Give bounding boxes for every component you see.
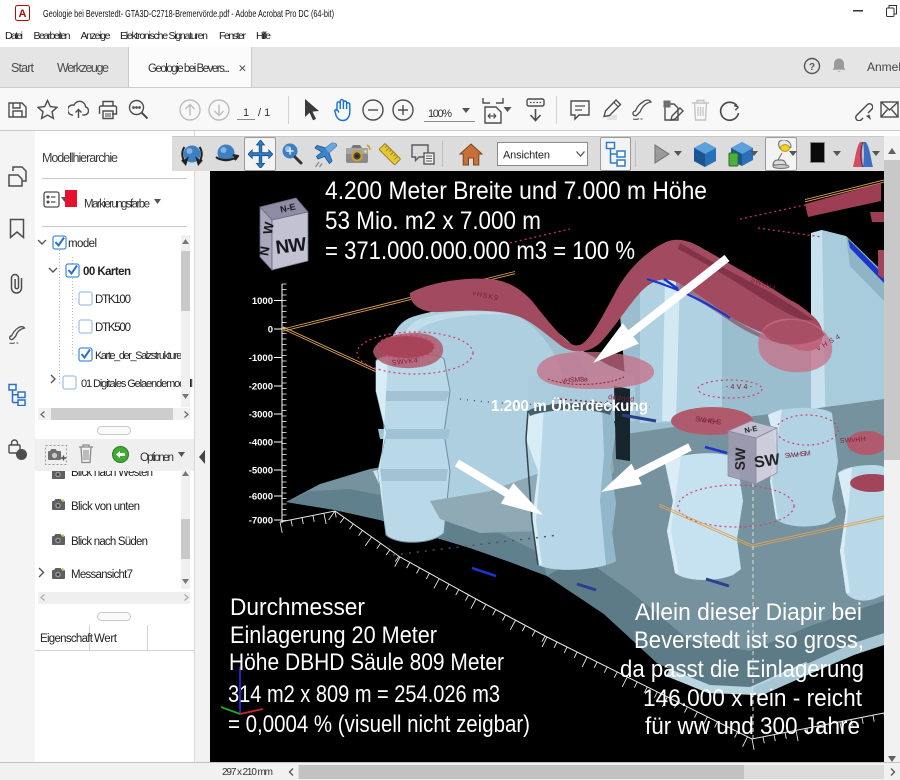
- svg-text:00 Karten: 00 Karten: [83, 266, 131, 278]
- svg-text:0: 0: [268, 325, 273, 336]
- svg-text:Beverstedt ist so gross,: Beverstedt ist so gross,: [634, 627, 864, 654]
- svg-text:Blick von unten: Blick von unten: [71, 501, 140, 513]
- svg-text:-4000: -4000: [249, 438, 273, 449]
- svg-text:Höhe DBHD Säule 809 Meter: Höhe DBHD Säule 809 Meter: [229, 649, 504, 676]
- svg-text:1.200 m Überdeckung: 1.200 m Überdeckung: [491, 396, 648, 415]
- svg-text:da passt die Einlagerung: da passt die Einlagerung: [620, 656, 864, 683]
- svg-text:4.200 Meter Breite und 7.000 m: 4.200 Meter Breite und 7.000 m Höhe: [325, 177, 707, 205]
- svg-text:DTK500: DTK500: [95, 322, 131, 334]
- svg-text:NW: NW: [274, 234, 307, 259]
- svg-text:= 371.000.000.000 m3 = 100 %: = 371.000.000.000 m3 = 100 %: [325, 237, 635, 265]
- svg-text:Einlagerung 20 Meter: Einlagerung 20 Meter: [230, 622, 437, 649]
- svg-text:314 m2 x 809 m = 254.026 m3: 314 m2 x 809 m = 254.026 m3: [228, 681, 500, 708]
- svg-text:für ww und 300 Jahre: für ww und 300 Jahre: [645, 713, 860, 740]
- svg-text:-6000: -6000: [249, 492, 273, 503]
- svg-text:Allein dieser Diapir bei: Allein dieser Diapir bei: [635, 599, 862, 626]
- svg-text:-5000: -5000: [249, 466, 273, 477]
- svg-text:SW: SW: [732, 447, 749, 471]
- svg-text:DTK100: DTK100: [95, 294, 131, 306]
- svg-text:146.000 x rein - reicht: 146.000 x rein - reicht: [643, 685, 862, 712]
- svg-text:model: model: [68, 238, 97, 250]
- svg-text:Durchmesser: Durchmesser: [230, 594, 365, 621]
- svg-text:Karte_der_Salzstrukturen: Karte_der_Salzstrukturen: [95, 350, 187, 362]
- svg-text:-2000: -2000: [249, 382, 273, 393]
- svg-text:-7000: -7000: [249, 516, 273, 527]
- svg-text:Blick nach Süden: Blick nach Süden: [71, 536, 148, 548]
- svg-text:1000: 1000: [252, 296, 273, 307]
- svg-text:01 Digitales Gelaendemodell: 01 Digitales Gelaendemodell: [81, 378, 193, 390]
- svg-text:Messansicht7: Messansicht7: [71, 569, 133, 581]
- svg-text:-3000: -3000: [249, 410, 273, 421]
- svg-text:-1000: -1000: [249, 353, 273, 364]
- svg-text:A: A: [19, 8, 27, 20]
- svg-text:53 Mio. m2 x 7.000 m: 53 Mio. m2 x 7.000 m: [325, 207, 541, 235]
- svg-text:Blick nach Westen: Blick nach Westen: [71, 471, 153, 479]
- svg-text:= 0,0004 % (visuell nicht zeig: = 0,0004 % (visuell nicht zeigbar): [228, 711, 530, 738]
